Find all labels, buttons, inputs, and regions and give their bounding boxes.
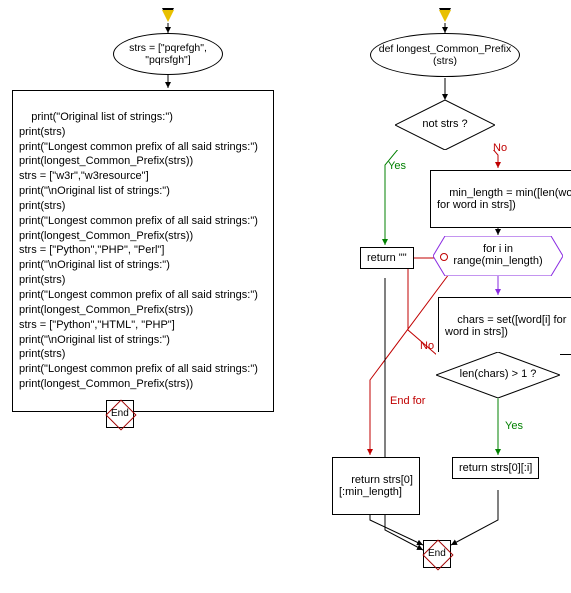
- loop-entry-dot: [440, 253, 448, 261]
- loop-for-i: for i in range(min_length): [444, 237, 552, 275]
- node-min-length: min_length = min([len(word) for word in …: [430, 170, 571, 228]
- decision-not-strs: not strs ?: [395, 100, 495, 150]
- node-return-empty: return "": [360, 247, 414, 269]
- loop-text: for i in range(min_length): [444, 243, 552, 267]
- edge-yes-2: Yes: [505, 420, 523, 432]
- node-func-def: def longest_Common_Prefix (strs): [370, 33, 520, 77]
- node-main-code: print("Original list of strings:") print…: [12, 90, 274, 412]
- end-func-label: End: [428, 548, 446, 559]
- node-text: return strs[0] [:min_length]: [339, 474, 413, 498]
- flowchart-canvas: strs = ["pqrefgh", "pqrsfgh"] print("Ori…: [0, 0, 571, 593]
- edge-yes-1: Yes: [388, 160, 406, 172]
- node-return-i: return strs[0][:i]: [452, 457, 539, 479]
- node-text: min_length = min([len(word) for word in …: [437, 187, 571, 211]
- decision-text: not strs ?: [395, 118, 495, 130]
- end-main-label: End: [111, 408, 129, 419]
- edge-no-2: No: [420, 340, 434, 352]
- decision-len-chars: len(chars) > 1 ?: [436, 352, 560, 398]
- node-text: return strs[0][:i]: [459, 462, 532, 474]
- node-text: return "": [367, 252, 407, 264]
- code-text: print("Original list of strings:") print…: [19, 111, 258, 390]
- node-text: def longest_Common_Prefix (strs): [379, 43, 512, 67]
- node-text: chars = set([word[i] for word in strs]): [445, 314, 566, 338]
- node-text: strs = ["pqrefgh", "pqrsfgh"]: [129, 42, 207, 66]
- node-chars: chars = set([word[i] for word in strs]): [438, 297, 571, 355]
- node-return-min: return strs[0] [:min_length]: [332, 457, 420, 515]
- edge-end-for: End for: [390, 395, 425, 407]
- start-arrow-main: [162, 10, 174, 22]
- node-strs-init: strs = ["pqrefgh", "pqrsfgh"]: [113, 33, 223, 75]
- start-arrow-func: [439, 10, 451, 22]
- decision-text: len(chars) > 1 ?: [436, 368, 560, 380]
- edge-no-1: No: [493, 142, 507, 154]
